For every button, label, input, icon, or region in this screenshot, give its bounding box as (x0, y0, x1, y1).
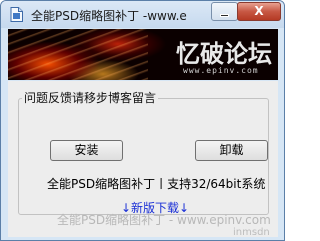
app-window: 全能PSD缩略图补丁 -www.e X 忆破论坛 www.epinv.com 安… (0, 0, 285, 241)
install-button[interactable]: 安装 (50, 140, 123, 161)
window-title: 全能PSD缩略图补丁 -www.e (31, 9, 187, 23)
corner-watermark-text: inmsdn (233, 227, 270, 238)
banner-flame-stripes (8, 29, 148, 80)
minimize-icon (220, 14, 229, 17)
footer-watermark-text: 全能PSD缩略图补丁 - www.epinv.com (57, 213, 271, 227)
title-bar[interactable]: 全能PSD缩略图补丁 -www.e X (1, 1, 284, 28)
banner-logo-text: 忆破论坛 (176, 40, 272, 68)
feedback-group-box: 安装 卸载 全能PSD缩略图补丁丨支持32/64bit系统 ↓新版下载↓ (18, 98, 269, 215)
uninstall-button[interactable]: 卸载 (195, 140, 268, 161)
version-info-text: 全能PSD缩略图补丁丨支持32/64bit系统 (47, 177, 266, 191)
minimize-button[interactable] (211, 2, 238, 21)
close-button[interactable]: X (237, 2, 281, 21)
group-legend-label: 问题反馈请移步博客留言 (22, 89, 159, 106)
header-banner: 忆破论坛 www.epinv.com (8, 29, 278, 80)
banner-url-text: www.epinv.com (183, 66, 259, 75)
close-icon: X (254, 4, 264, 18)
main-panel: 安装 卸载 全能PSD缩略图补丁丨支持32/64bit系统 ↓新版下载↓ 问题反… (8, 81, 278, 237)
document-icon (10, 7, 23, 22)
